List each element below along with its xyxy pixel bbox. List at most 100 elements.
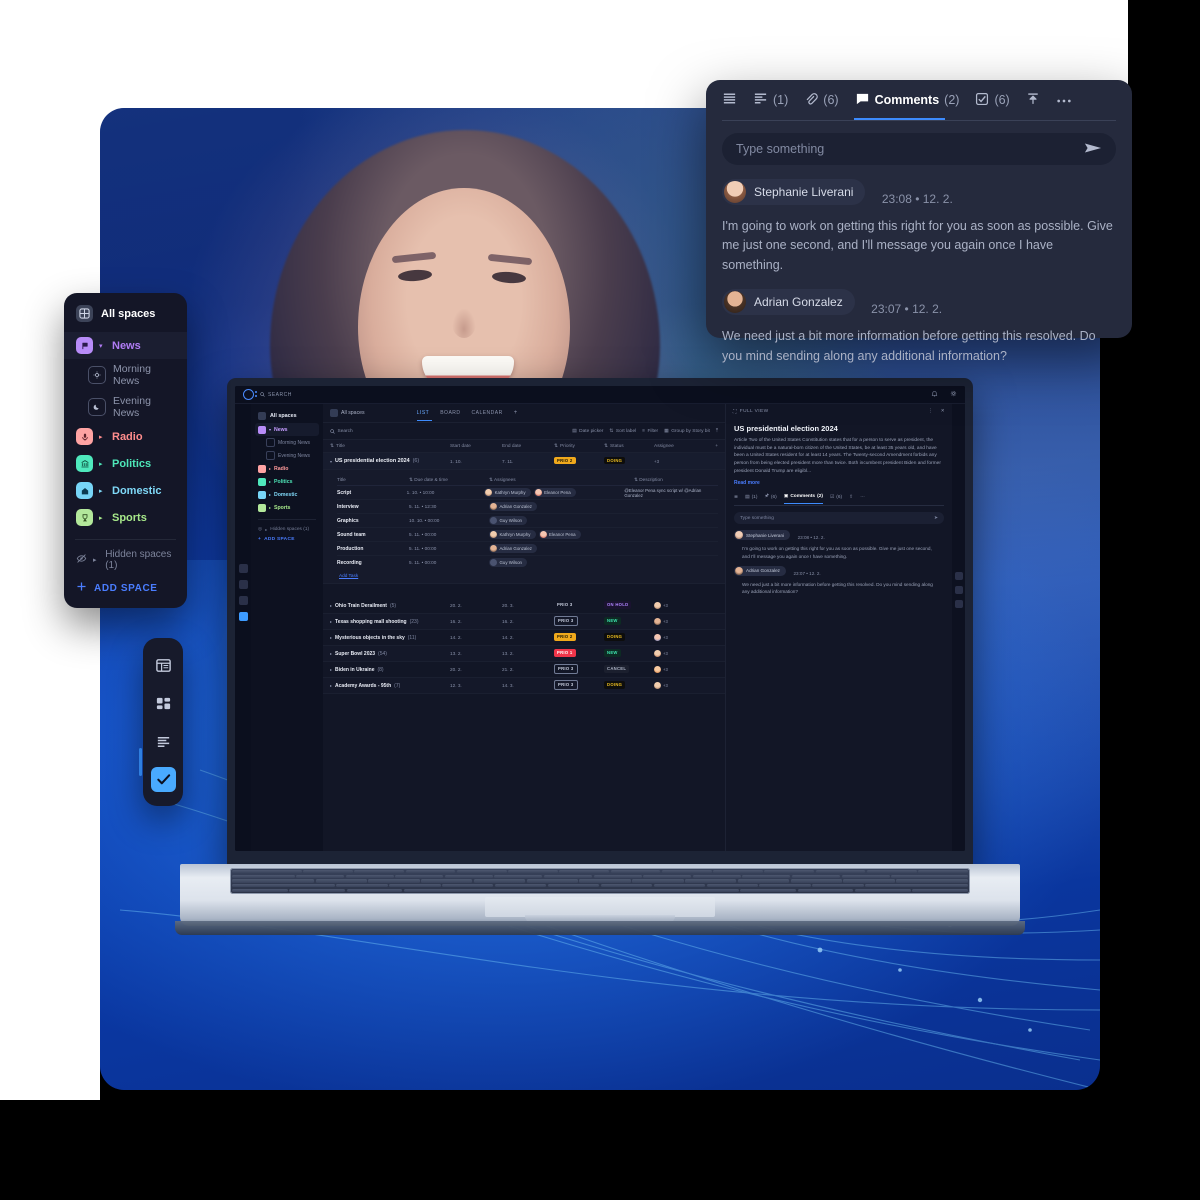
breadcrumb[interactable]: All spaces <box>330 409 365 417</box>
subtask-assignees[interactable]: Kathryn Murphy Eleanor Pena <box>484 488 624 497</box>
sidebar-subitem-morning-news[interactable]: Morning News <box>255 436 319 449</box>
tab-comments[interactable]: Comments (2) <box>855 80 959 120</box>
group-by-button[interactable]: ▦ Group by Story bit <box>664 429 710 434</box>
search-input[interactable]: SEARCH <box>260 392 292 398</box>
comment-input[interactable]: Type something ➤ <box>734 512 944 525</box>
hidden-spaces-row[interactable]: ▸ Hidden spaces (1) <box>64 546 187 574</box>
column-start-date[interactable]: Start date <box>450 444 502 449</box>
chevron-right-icon[interactable]: ▸ <box>330 619 332 624</box>
close-icon[interactable]: ✕ <box>941 409 945 414</box>
assignee-group[interactable]: +3 <box>654 650 704 657</box>
sidebar-item-domestic[interactable]: ▸ Domestic <box>255 488 319 501</box>
subcolumn-description[interactable]: ⇅ Description <box>634 477 663 483</box>
list-view-icon[interactable] <box>954 600 963 608</box>
subtask-assignees[interactable]: Guy Wilson <box>489 558 634 567</box>
subtask-row[interactable]: Production 5. 11. • 00:00 Adrian Gonzale… <box>337 542 718 556</box>
chevron-right-icon[interactable]: ▸ <box>330 667 332 672</box>
subtask-row[interactable]: Recording 5. 11. • 00:00 Guy Wilson <box>337 556 718 569</box>
chevron-right-icon[interactable]: ▸ <box>330 651 332 656</box>
chevron-right-icon[interactable]: ▸ <box>93 556 99 564</box>
tab-attachments[interactable]: 🖈 (6) <box>764 493 776 505</box>
subtask-assignees[interactable]: Guy Wilson <box>489 516 634 525</box>
chevron-down-icon[interactable]: ▾ <box>269 427 271 432</box>
table-view-icon[interactable] <box>238 564 248 573</box>
comment-author-chip[interactable]: Stephanie Liverani <box>734 530 791 541</box>
sidebar-item-news[interactable]: ▾ News <box>64 332 187 359</box>
comment-input[interactable]: Type something <box>722 133 1116 165</box>
table-row[interactable]: ▸ Ohio Train Derailment (5) 20. 2. 20. 3… <box>323 598 725 614</box>
table-view-icon[interactable] <box>151 653 176 678</box>
tab-upload[interactable] <box>1026 80 1040 120</box>
tab-more[interactable]: ⋯ <box>860 495 865 504</box>
sidebar-subitem-evening-news[interactable]: Evening News <box>64 391 187 423</box>
add-space-button[interactable]: ADD SPACE <box>64 574 187 604</box>
sidebar-item-radio[interactable]: ▸ Radio <box>255 462 319 475</box>
sidebar-subitem-morning-news[interactable]: Morning News <box>64 359 187 391</box>
subtask-row[interactable]: Graphics 10. 10. • 00:00 Guy Wilson <box>337 514 718 528</box>
comment-author-chip[interactable]: Adrian Gonzalez <box>722 289 855 316</box>
hidden-spaces-row[interactable]: ◎ ▸ Hidden spaces (1) <box>255 525 319 534</box>
subtask-row[interactable]: Script 1. 10. • 10:00 Kathryn Murphy Ele… <box>337 486 718 500</box>
table-row[interactable]: ▸ Texas shopping mall shooting (23) 16. … <box>323 614 725 630</box>
tab-board[interactable]: BOARD <box>440 410 460 416</box>
subtask-assignees[interactable]: Adrian Gonzalez <box>489 502 634 511</box>
chevron-right-icon[interactable]: ▸ <box>330 603 332 608</box>
tab-checklist[interactable]: (6) <box>975 80 1010 120</box>
chevron-right-icon[interactable]: ▸ <box>330 635 332 640</box>
sidebar-item-news[interactable]: ▾ News <box>255 423 319 436</box>
board-view-icon[interactable] <box>151 691 176 716</box>
assignee-group[interactable]: +3 <box>654 634 704 641</box>
chevron-right-icon[interactable]: ▸ <box>99 514 106 522</box>
subtask-assignees[interactable]: Adrian Gonzalez <box>489 544 634 553</box>
board-view-icon[interactable] <box>954 586 963 594</box>
subcolumn-assignees[interactable]: ⇅ Assignees <box>489 477 634 483</box>
tab-description[interactable]: (1) <box>753 80 788 120</box>
add-column-button[interactable]: + <box>715 444 718 449</box>
assignee-chip[interactable]: Guy Wilson <box>489 516 527 525</box>
list-view-icon[interactable] <box>151 729 176 754</box>
subtask-row[interactable]: Interview 5. 11. • 12:30 Adrian Gonzalez <box>337 500 718 514</box>
chevron-right-icon[interactable]: ▸ <box>330 683 332 688</box>
all-spaces-header[interactable]: All spaces <box>64 293 187 332</box>
more-vertical-icon[interactable]: ⋮ <box>928 409 933 414</box>
app-sidebar[interactable]: All spaces ▾ News Morning News Evening N… <box>251 404 323 851</box>
view-toolbar[interactable] <box>139 638 183 806</box>
sidebar-item-radio[interactable]: ▸ Radio <box>64 423 187 450</box>
tab-description[interactable]: ▤ (1) <box>745 495 757 504</box>
column-priority[interactable]: ⇅ Priority <box>554 444 604 449</box>
comment-author-chip[interactable]: Stephanie Liverani <box>722 179 866 205</box>
chevron-right-icon[interactable]: ▸ <box>265 527 267 532</box>
tab-checklist[interactable]: ☑ (6) <box>830 495 842 504</box>
tab-upload[interactable]: ⇧ <box>849 495 853 504</box>
chevron-down-icon[interactable]: ▾ <box>330 459 332 464</box>
assignee-group[interactable]: +3 <box>654 602 704 609</box>
chevron-right-icon[interactable]: ▸ <box>269 479 271 484</box>
assignee-chip[interactable]: Guy Wilson <box>489 558 527 567</box>
comments-tabbar[interactable]: (1) (6) Comments (2) (6) <box>722 80 1116 120</box>
filter-bar[interactable]: Search ▤ Date picker ⇅ Sort label ≡ Filt… <box>323 423 725 440</box>
spaces-panel[interactable]: All spaces ▾ News Morning News Evening N… <box>64 293 187 608</box>
detail-tabbar[interactable]: ≣ ▤ (1) 🖈 (6) ▣ Comments (2) ☑ (6) ⇧ ⋯ <box>726 490 952 505</box>
filter-button[interactable]: ≡ Filter <box>642 429 658 434</box>
assignee-chip[interactable]: Kathryn Murphy <box>484 488 531 497</box>
group-row[interactable]: ▾ US presidential election 2024 (6) 1. 1… <box>323 453 725 470</box>
chevron-right-icon[interactable]: ▸ <box>269 466 271 471</box>
left-rail[interactable] <box>235 404 251 851</box>
sidebar-item-sports[interactable]: ▸ Sports <box>64 504 187 531</box>
sidebar-item-politics[interactable]: ▸ Politics <box>255 475 319 488</box>
assignee-chip[interactable]: Eleanor Pena <box>538 530 581 539</box>
chevron-right-icon[interactable]: ▸ <box>99 487 106 495</box>
add-task-button[interactable]: Add Task <box>337 569 718 578</box>
chevron-right-icon[interactable]: ▸ <box>269 505 271 510</box>
tab-more[interactable] <box>1056 80 1072 120</box>
add-space-button[interactable]: + ADD SPACE <box>255 534 319 545</box>
table-row[interactable]: ▸ Biden in Ukraine (8) 20. 2. 21. 2. PRI… <box>323 662 725 678</box>
bell-icon[interactable] <box>931 390 938 399</box>
date-picker-button[interactable]: ▤ Date picker <box>572 429 603 434</box>
search-input[interactable]: Search <box>330 429 353 434</box>
collapse-icon[interactable]: ⤒ <box>716 428 718 434</box>
sidebar-item-sports[interactable]: ▸ Sports <box>255 501 319 514</box>
chevron-down-icon[interactable]: ▾ <box>99 342 106 350</box>
chevron-right-icon[interactable]: ▸ <box>99 460 106 468</box>
column-status[interactable]: ⇅ Status <box>604 444 654 449</box>
